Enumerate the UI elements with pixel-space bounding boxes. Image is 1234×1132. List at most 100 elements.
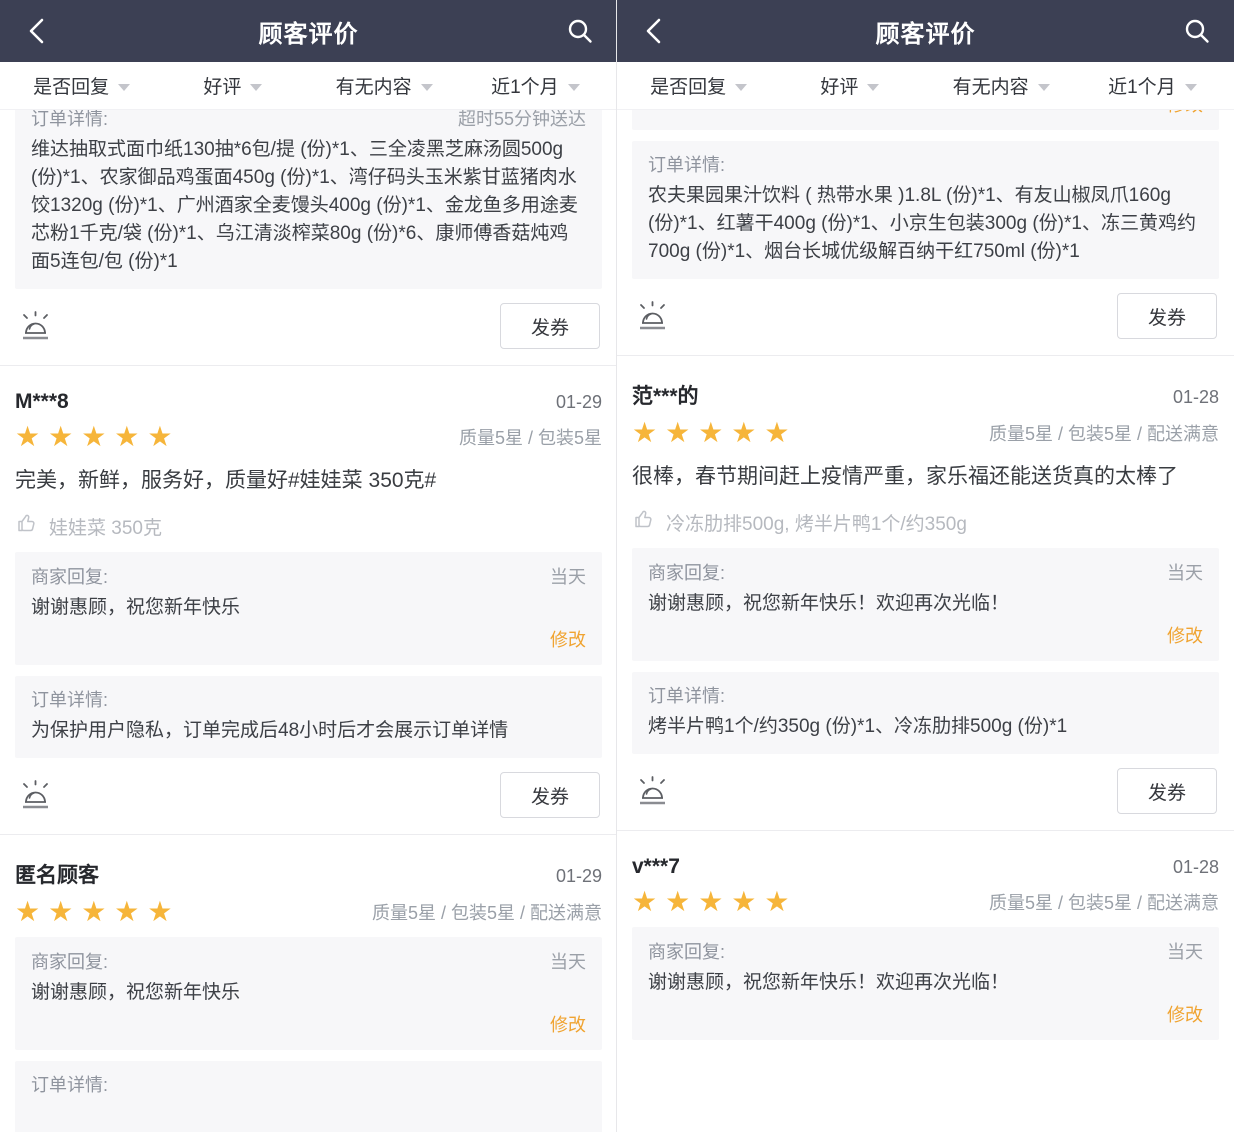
filter-time-period[interactable]: 近1个月: [1077, 72, 1228, 99]
merchant-reply-box: 商家回复: 当天 谢谢惠顾，祝您新年快乐 修改: [15, 937, 602, 1050]
search-icon[interactable]: [565, 16, 595, 46]
page-title: 顾客评价: [0, 14, 617, 49]
reply-time: 当天: [550, 948, 586, 974]
review-card: M***8 01-29 ★★★★★ 质量5星 / 包装5星 完美，新鲜，服务好，…: [15, 390, 602, 818]
card-actions: 发券: [634, 768, 1217, 814]
merchant-reply-label: 商家回复:: [648, 939, 725, 966]
filter-time-period[interactable]: 近1个月: [460, 72, 611, 99]
product-tag-label: 冷冻肋排500g, 烤半片鸭1个/约350g: [666, 509, 967, 536]
reviewer-username: v***7: [632, 855, 680, 879]
order-details-box: 订单详情: 烤半片鸭1个/约350g (份)*1、冷冻肋排500g (份)*1: [632, 672, 1219, 754]
review-card: v***7 01-28 ★★★★★ 质量5星 / 包装5星 / 配送满意 商家回…: [632, 855, 1219, 1040]
order-details-label: 订单详情:: [31, 1072, 108, 1099]
reviewer-username: 范***的: [632, 380, 699, 410]
alarm-icon[interactable]: [17, 310, 53, 349]
review-list: 商家回复: 当天 修改 订单详情: 农夫果园果汁饮料 ( 热带水果 )1.8L …: [617, 110, 1234, 1132]
order-details-label: 订单详情:: [31, 687, 108, 714]
chevron-down-icon: [568, 84, 580, 91]
card-divider: [617, 830, 1234, 831]
order-details-box: 订单详情: 为保护用户隐私，订单完成后48小时后才会展示订单详情: [15, 676, 602, 758]
review-card: 匿名顾客 01-29 ★★★★★ 质量5星 / 包装5星 / 配送满意 商家回复…: [15, 859, 602, 1132]
product-tag: 冷冻肋排500g, 烤半片鸭1个/约350g: [632, 507, 1219, 537]
merchant-reply-box: 商家回复: 当天 谢谢惠顾，祝您新年快乐！欢迎再次光临！ 修改: [632, 548, 1219, 661]
review-date: 01-28: [1173, 857, 1219, 878]
review-text: 很棒，春节期间赶上疫情严重，家乐福还能送货真的太棒了: [632, 461, 1219, 492]
rating-summary: 质量5星 / 包装5星 / 配送满意: [372, 899, 602, 925]
issue-coupon-button[interactable]: 发券: [1117, 293, 1217, 339]
chevron-down-icon: [1185, 84, 1197, 91]
filter-reply-status[interactable]: 是否回复: [623, 72, 774, 99]
merchant-reply-label: 商家回复:: [648, 560, 725, 587]
filter-reply-status[interactable]: 是否回复: [6, 72, 157, 99]
merchant-reply-text: 谢谢惠顾，祝您新年快乐！欢迎再次光临！: [648, 969, 1203, 997]
filter-time-period-label: 近1个月: [491, 72, 559, 99]
review-date: 01-29: [556, 392, 602, 413]
filter-reply-status-label: 是否回复: [33, 72, 109, 99]
order-details-label: 订单详情:: [648, 152, 725, 179]
order-details-box: 订单详情:: [15, 1061, 602, 1132]
order-items-text: 为保护用户隐私，订单完成后48小时后才会展示订单详情: [31, 717, 586, 745]
chevron-down-icon: [118, 84, 130, 91]
card-actions: 发券: [634, 293, 1217, 339]
back-icon[interactable]: [639, 16, 669, 46]
order-details-box: 订单详情: 超时55分钟送达 维达抽取式面巾纸130抽*6包/提 (份)*1、三…: [15, 110, 602, 289]
product-tag: 娃娃菜 350克: [15, 511, 602, 541]
card-divider: [0, 834, 617, 835]
filter-has-content[interactable]: 有无内容: [926, 72, 1077, 99]
edit-reply-link[interactable]: 修改: [1167, 1005, 1203, 1025]
issue-coupon-button[interactable]: 发券: [500, 303, 600, 349]
filter-bar: 是否回复 好评 有无内容 近1个月: [0, 62, 617, 110]
issue-coupon-button[interactable]: 发券: [1117, 768, 1217, 814]
filter-rating-type[interactable]: 好评: [157, 72, 308, 99]
edit-reply-link[interactable]: 修改: [550, 1015, 586, 1035]
filter-reply-status-label: 是否回复: [650, 72, 726, 99]
card-divider: [0, 365, 617, 366]
alarm-icon[interactable]: [634, 300, 670, 339]
edit-reply-link[interactable]: 修改: [1167, 110, 1203, 115]
review-list: 订单详情: 超时55分钟送达 维达抽取式面巾纸130抽*6包/提 (份)*1、三…: [0, 110, 617, 1132]
chevron-down-icon: [421, 84, 433, 91]
review-date: 01-28: [1173, 387, 1219, 408]
filter-has-content[interactable]: 有无内容: [309, 72, 460, 99]
card-divider: [617, 355, 1234, 356]
thumbs-up-icon: [15, 511, 39, 541]
merchant-reply-text: 谢谢惠顾，祝您新年快乐: [31, 979, 586, 1007]
order-items-text: 维达抽取式面巾纸130抽*6包/提 (份)*1、三全凌黑芝麻汤圆500g (份)…: [31, 136, 586, 276]
merchant-reply-text: 谢谢惠顾，祝您新年快乐！欢迎再次光临！: [648, 590, 1203, 618]
star-rating: ★★★★★: [15, 423, 181, 451]
reviewer-username: M***8: [15, 390, 69, 414]
filter-rating-type[interactable]: 好评: [774, 72, 925, 99]
star-rating: ★★★★★: [15, 898, 181, 926]
right-screen: 顾客评价 是否回复 好评 有无内容 近1个月 商家回复: 当天: [617, 0, 1234, 1132]
merchant-reply-text: 谢谢惠顾，祝您新年快乐: [31, 594, 586, 622]
chevron-down-icon: [1038, 84, 1050, 91]
card-actions: 发券: [17, 772, 600, 818]
delivery-status: 超时55分钟送达: [458, 110, 586, 131]
rating-summary: 质量5星 / 包装5星 / 配送满意: [989, 889, 1219, 915]
alarm-icon[interactable]: [634, 775, 670, 814]
app-header: 顾客评价: [617, 0, 1234, 62]
issue-coupon-button[interactable]: 发券: [500, 772, 600, 818]
order-details-label: 订单详情:: [31, 110, 108, 133]
rating-summary: 质量5星 / 包装5星: [459, 424, 602, 450]
back-icon[interactable]: [22, 16, 52, 46]
app-header: 顾客评价: [0, 0, 617, 62]
star-rating: ★★★★★: [632, 888, 798, 916]
edit-reply-link[interactable]: 修改: [550, 630, 586, 650]
left-screen: 顾客评价 是否回复 好评 有无内容 近1个月 订单详情: 超时55分钟送达: [0, 0, 617, 1132]
filter-bar: 是否回复 好评 有无内容 近1个月: [617, 62, 1234, 110]
alarm-icon[interactable]: [17, 779, 53, 818]
merchant-reply-box: 商家回复: 当天 谢谢惠顾，祝您新年快乐 修改: [15, 552, 602, 665]
order-details-label: 订单详情:: [648, 683, 725, 710]
search-icon[interactable]: [1182, 16, 1212, 46]
review-date: 01-29: [556, 866, 602, 887]
chevron-down-icon: [250, 84, 262, 91]
edit-reply-link[interactable]: 修改: [1167, 626, 1203, 646]
order-details-box: 订单详情: 农夫果园果汁饮料 ( 热带水果 )1.8L (份)*1、有友山椒凤爪…: [632, 141, 1219, 279]
reply-time: 当天: [550, 563, 586, 589]
merchant-reply-label: 商家回复:: [31, 949, 108, 976]
page-title: 顾客评价: [617, 14, 1234, 49]
merchant-reply-box: 商家回复: 当天 修改: [632, 110, 1219, 130]
chevron-down-icon: [735, 84, 747, 91]
reply-time: 当天: [1167, 559, 1203, 585]
